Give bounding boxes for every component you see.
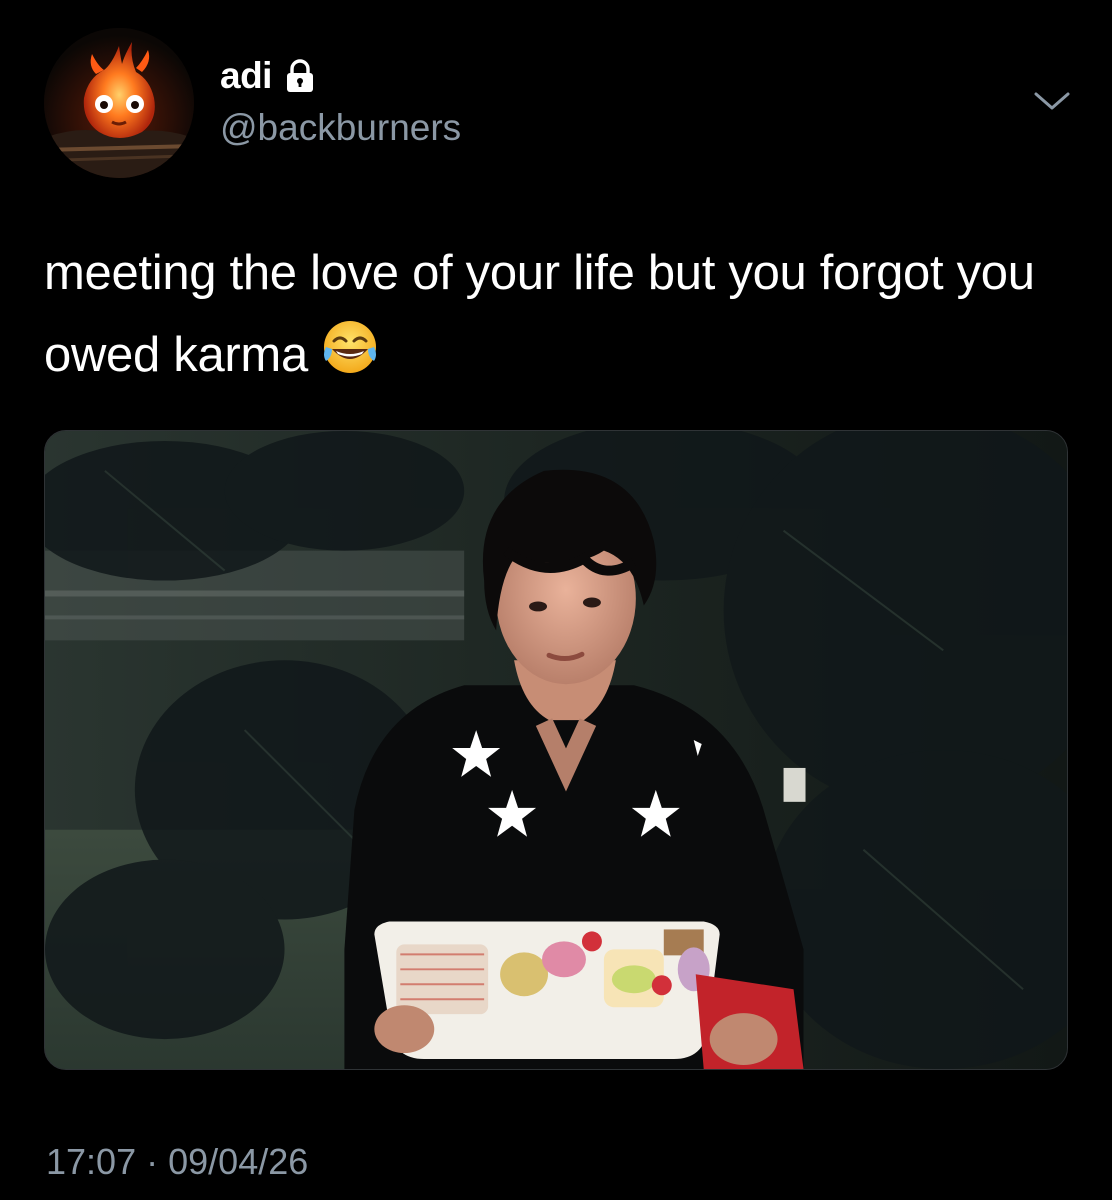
- chevron-down-icon: [1034, 92, 1070, 110]
- avatar[interactable]: [44, 28, 194, 178]
- timestamp[interactable]: 17:07 · 09/04/26: [46, 1140, 308, 1184]
- display-name-row: adi: [220, 56, 461, 96]
- display-name[interactable]: adi: [220, 56, 272, 96]
- tweet: adi @backburners meeting the love of you…: [0, 0, 1112, 1200]
- tweet-text: meeting the love of your life but you fo…: [44, 232, 1074, 396]
- user-handle[interactable]: @backburners: [220, 106, 461, 150]
- fire-demon-avatar-icon: [44, 28, 194, 178]
- lock-icon: [282, 58, 318, 94]
- meta-separator: ·: [146, 1141, 159, 1182]
- author-names: adi @backburners: [220, 56, 461, 150]
- tweet-body: meeting the love of your life but you fo…: [44, 246, 1035, 382]
- face-with-tears-of-joy-icon: [320, 317, 380, 377]
- tweet-date: 09/04/26: [168, 1141, 309, 1182]
- tweet-time: 17:07: [46, 1141, 137, 1182]
- tweet-photo[interactable]: [44, 430, 1068, 1070]
- photo-image: [45, 431, 1067, 1069]
- more-options-button[interactable]: [1028, 84, 1076, 120]
